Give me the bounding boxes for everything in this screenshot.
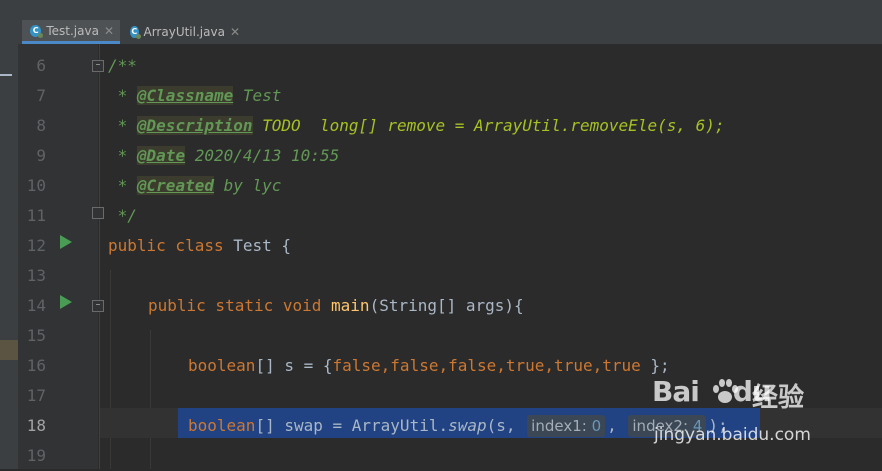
- hint-name: index1:: [531, 417, 587, 435]
- code-line[interactable]: * @Date 2020/4/13 10:55: [100, 141, 882, 171]
- line-number-current: 18: [26, 416, 46, 435]
- code-line[interactable]: */: [100, 201, 882, 231]
- run-class-icon[interactable]: [60, 235, 72, 249]
- line-number: 11: [26, 206, 46, 225]
- doc-comment-start: /**: [108, 56, 137, 75]
- method-call: swap: [448, 416, 487, 435]
- line-number: 12: [26, 236, 46, 255]
- keyword: public class: [108, 236, 234, 255]
- baidu-jingyan-watermark: Bai du 经验 jingyan.baidu.com: [652, 375, 842, 453]
- javadoc-tag: @Created: [136, 176, 214, 195]
- watermark-cn: 经验: [752, 383, 805, 413]
- parameter-hint: index1: 0: [527, 415, 606, 437]
- doc-star: *: [108, 176, 137, 195]
- tool-window-strip: [0, 44, 18, 469]
- javadoc-tag: @Description: [136, 116, 253, 135]
- code-text: [] s = {: [255, 356, 333, 375]
- doc-star: *: [108, 146, 137, 165]
- keyword: boolean: [188, 356, 256, 375]
- doc-star: *: [108, 116, 137, 135]
- tab-arrayutil-java[interactable]: C ArrayUtil.java ✕: [122, 20, 246, 44]
- java-class-icon: C: [130, 26, 140, 39]
- doc-comment-end: */: [108, 206, 137, 225]
- class-decl: Test {: [233, 236, 292, 255]
- doc-text: by lyc: [213, 176, 282, 195]
- javadoc-tag: @Classname: [136, 86, 234, 105]
- code-line[interactable]: [100, 321, 882, 351]
- line-number: 7: [36, 86, 46, 105]
- doc-star: *: [108, 86, 137, 105]
- line-number: 15: [26, 326, 46, 345]
- code-line[interactable]: public static void main(String[] args){: [100, 291, 882, 321]
- code-line[interactable]: * @Created by lyc: [100, 171, 882, 201]
- line-number: 19: [26, 446, 46, 465]
- paw-icon: [713, 379, 738, 403]
- code-line[interactable]: * @Description TODO long[] remove = Arra…: [100, 111, 882, 141]
- code-text: [] swap = ArrayUtil.: [255, 416, 449, 435]
- java-class-icon: C: [30, 24, 44, 38]
- hint-value: 0: [591, 417, 602, 435]
- method-params: (String[] args){: [369, 296, 524, 315]
- code-text: };: [640, 356, 670, 375]
- tab-label: Test.java: [46, 23, 99, 38]
- watermark-brand-part: Bai: [652, 375, 700, 408]
- line-number: 10: [26, 176, 46, 195]
- doc-text: Test: [233, 86, 282, 105]
- line-number: 13: [26, 266, 46, 285]
- minimize-icon[interactable]: [0, 74, 12, 76]
- line-number: 17: [26, 386, 46, 405]
- javadoc-tag: @Date: [136, 146, 186, 165]
- line-number: 6: [36, 56, 46, 75]
- line-number: 8: [36, 116, 46, 135]
- run-main-icon[interactable]: [60, 295, 72, 309]
- literal-values: false,false,false,true,true,true: [332, 356, 641, 375]
- todo-text: TODO long[] remove = ArrayUtil.removeEle…: [252, 116, 725, 135]
- tab-label: ArrayUtil.java: [143, 25, 225, 39]
- code-line[interactable]: [100, 261, 882, 291]
- keyword: public static void: [148, 296, 332, 315]
- code-line[interactable]: public class Test {: [100, 231, 882, 261]
- title-bar: [0, 0, 882, 21]
- watermark-url: jingyan.baidu.com: [654, 425, 811, 445]
- editor-tab-bar: C Test.java ✕ C ArrayUtil.java ✕: [0, 20, 882, 45]
- line-number: 9: [36, 146, 46, 165]
- method-name: main: [331, 296, 370, 315]
- tab-test-java[interactable]: C Test.java ✕: [22, 20, 120, 44]
- code-text: (s,: [486, 416, 526, 435]
- code-line[interactable]: * @Classname Test: [100, 81, 882, 111]
- code-text: ,: [607, 416, 627, 435]
- line-number: 16: [26, 356, 46, 375]
- line-number: 14: [26, 296, 46, 315]
- bookmark-marker: [0, 340, 18, 360]
- close-icon[interactable]: ✕: [104, 24, 114, 38]
- doc-text: 2020/4/13 10:55: [185, 146, 340, 165]
- code-line[interactable]: /**: [100, 51, 882, 81]
- keyword: boolean: [188, 416, 256, 435]
- close-icon[interactable]: ✕: [230, 25, 240, 39]
